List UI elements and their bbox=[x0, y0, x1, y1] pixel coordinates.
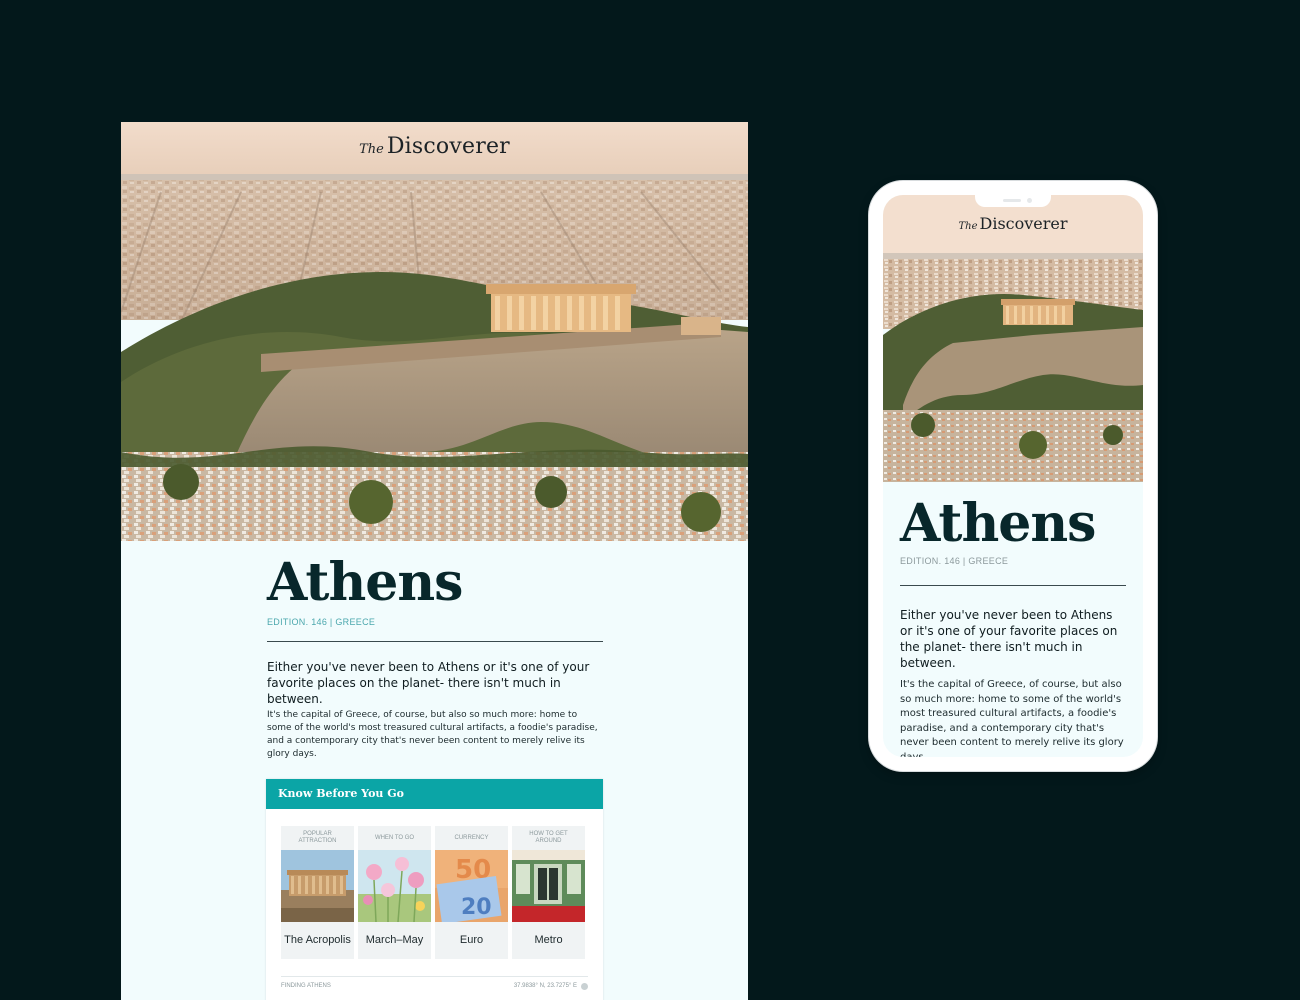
phone-masthead-logo: The Discoverer bbox=[883, 214, 1143, 233]
card-label: The Acropolis bbox=[284, 934, 351, 946]
phone-body-paragraph: It's the capital of Greece, of course, b… bbox=[900, 679, 1124, 757]
phone-hero-image: The Discoverer bbox=[883, 195, 1143, 482]
card-caption: CURRENCY bbox=[454, 834, 489, 841]
coords-text: 37.9838° N, 23.7275° E bbox=[513, 983, 577, 989]
card-popular-attraction[interactable]: POPULAR ATTRACTION The Acropolis bbox=[281, 826, 354, 959]
phone-article-title: Athens bbox=[900, 493, 1096, 554]
masthead-prefix: The bbox=[958, 221, 978, 232]
finding-athens-row: FINDING ATHENS 37.9838° N, 23.7275° E bbox=[281, 976, 588, 995]
flowers-photo bbox=[358, 850, 431, 922]
card-how-to-get-around[interactable]: HOW TO GET AROUND Metro bbox=[512, 826, 585, 959]
coordinates: 37.9838° N, 23.7275° E bbox=[513, 982, 588, 990]
desktop-newsletter: The Discoverer Athens EDITION. 146 | GREE… bbox=[121, 122, 748, 1000]
phone-screen: The Discoverer Athens EDITION. 146 | GREE… bbox=[883, 195, 1143, 757]
masthead-logo: The Discoverer bbox=[121, 134, 748, 159]
card-caption: HOW TO GET AROUND bbox=[529, 831, 568, 844]
card-label: March–May bbox=[365, 934, 424, 946]
masthead-name: Discoverer bbox=[386, 134, 510, 159]
divider bbox=[267, 641, 603, 642]
article-body: Athens EDITION. 146 | GREECE Either you'… bbox=[267, 541, 603, 761]
lead-paragraph: Either you've never been to Athens or it… bbox=[267, 660, 590, 706]
svg-text:20: 20 bbox=[461, 895, 492, 920]
phone-mockup: The Discoverer Athens EDITION. 146 | GREE… bbox=[869, 181, 1157, 771]
card-caption: POPULAR ATTRACTION bbox=[298, 831, 337, 844]
info-cards: POPULAR ATTRACTION The Acropolis WHEN TO… bbox=[281, 826, 585, 959]
metro-train-photo bbox=[512, 850, 585, 922]
location-dot-icon bbox=[581, 982, 588, 990]
body-paragraph: It's the capital of Greece, of course, b… bbox=[267, 710, 598, 759]
acropolis-panorama bbox=[121, 122, 748, 541]
phone-notch bbox=[975, 195, 1051, 207]
acropolis-panorama-mobile bbox=[883, 195, 1143, 482]
card-when-to-go[interactable]: WHEN TO GO March–May bbox=[358, 826, 431, 959]
masthead-name: Discoverer bbox=[979, 214, 1068, 233]
card-label: Euro bbox=[459, 934, 484, 946]
masthead-prefix: The bbox=[359, 142, 384, 157]
acropolis-photo bbox=[281, 850, 354, 922]
know-before-heading: Know Before You Go bbox=[266, 779, 603, 809]
finding-label: FINDING ATHENS bbox=[281, 983, 331, 989]
card-label: Metro bbox=[534, 934, 563, 946]
card-caption: WHEN TO GO bbox=[374, 834, 415, 841]
edition-line: EDITION. 146 | GREECE bbox=[267, 617, 376, 627]
card-currency[interactable]: CURRENCY 50 20 Euro bbox=[435, 826, 508, 959]
camera-icon bbox=[1027, 198, 1032, 203]
phone-article-body: Athens EDITION. 146 | GREECE Either you'… bbox=[900, 482, 1126, 757]
article-title: Athens bbox=[267, 552, 463, 613]
know-before-you-go-panel: Know Before You Go POPULAR ATTRACTION Th… bbox=[266, 779, 603, 1000]
speaker-icon bbox=[1003, 199, 1021, 202]
phone-edition-line: EDITION. 146 | GREECE bbox=[900, 556, 1009, 566]
hero-image-athens: The Discoverer bbox=[121, 122, 748, 541]
phone-divider bbox=[900, 585, 1126, 586]
phone-lead-paragraph: Either you've never been to Athens or it… bbox=[900, 608, 1118, 670]
euro-banknotes-photo: 50 20 bbox=[435, 850, 508, 922]
